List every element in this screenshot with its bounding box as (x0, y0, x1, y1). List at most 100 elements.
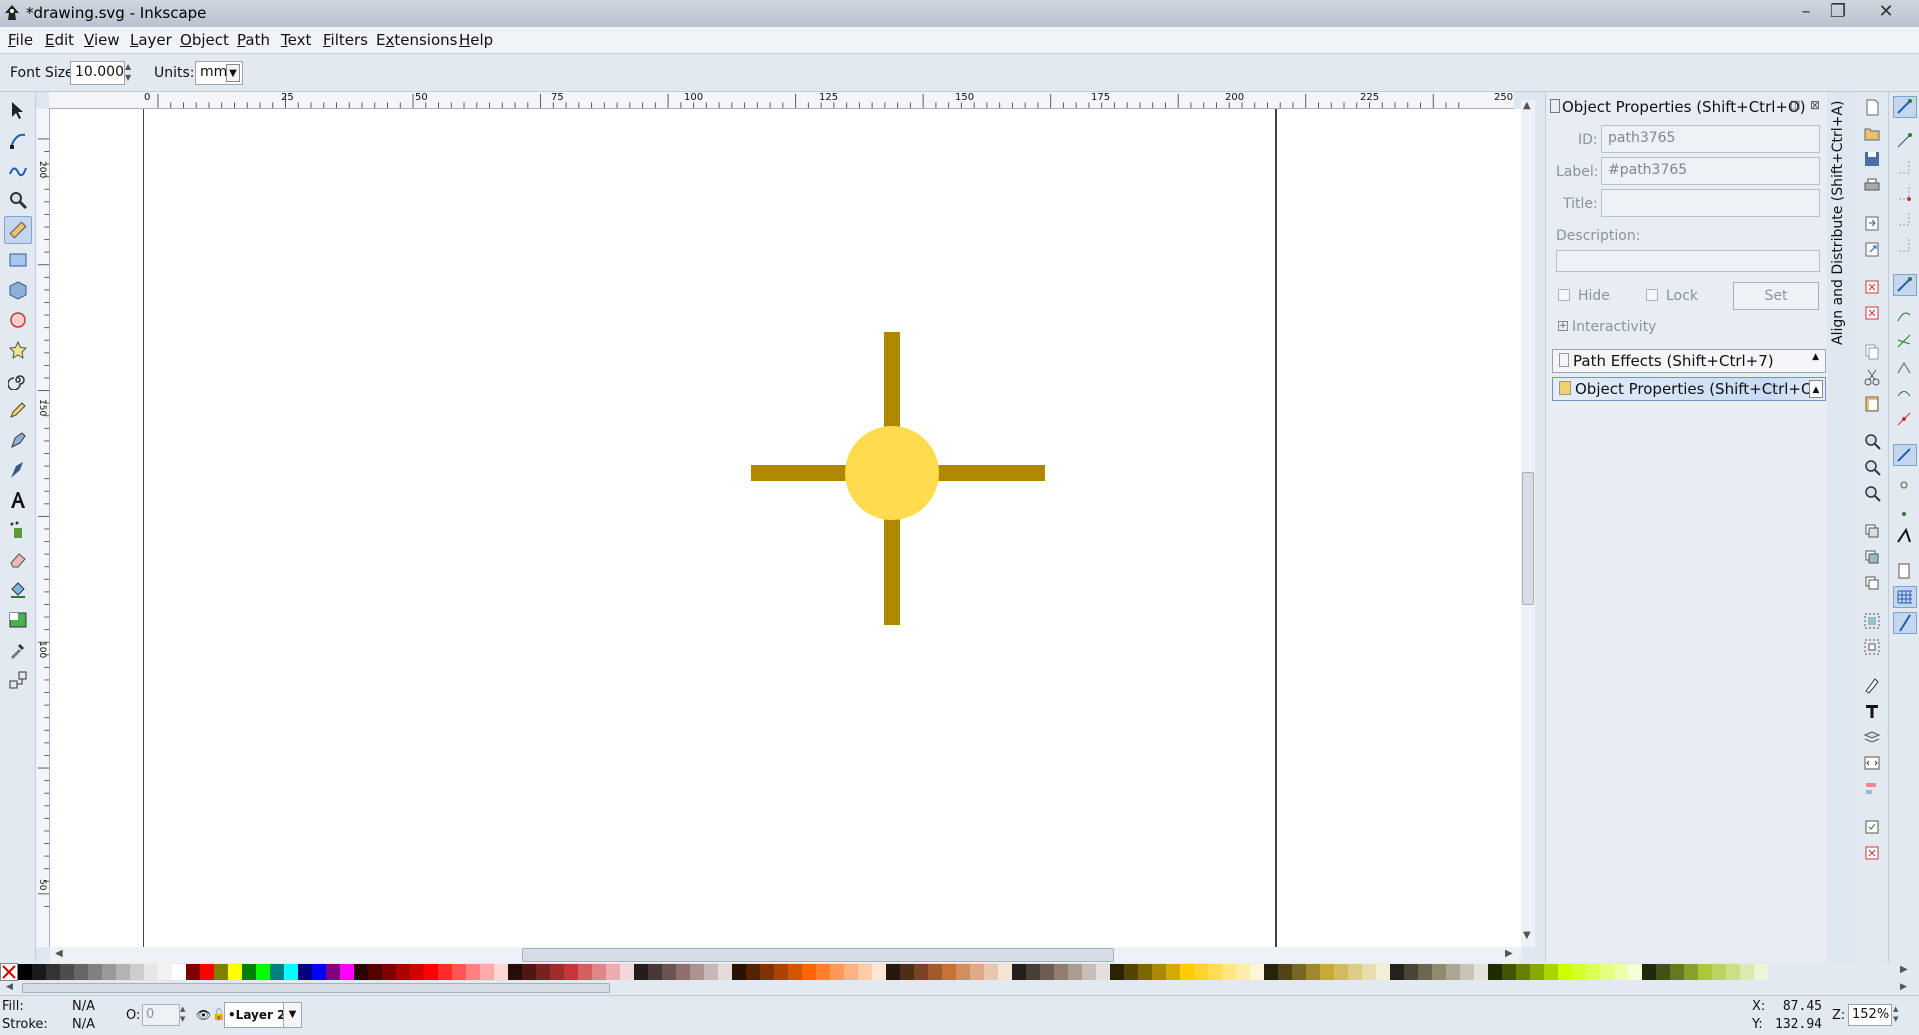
color-swatch[interactable] (1670, 964, 1684, 980)
group-icon[interactable] (1863, 612, 1883, 632)
color-swatch[interactable] (1334, 964, 1348, 980)
opacity-spinner[interactable]: ▲ ▼ (180, 1004, 185, 1024)
snap-centers-icon[interactable] (1895, 236, 1915, 256)
calligraphy-tool[interactable] (4, 456, 32, 484)
color-swatch[interactable] (676, 964, 690, 980)
new-document-icon[interactable] (1863, 98, 1883, 118)
color-swatch[interactable] (480, 964, 494, 980)
vertical-scrollbar[interactable]: ▲ ▼ (1521, 100, 1535, 947)
color-swatch[interactable] (494, 964, 508, 980)
snap-nodes-button[interactable] (1893, 274, 1917, 296)
units-select[interactable]: mm ▼ (195, 61, 243, 85)
palette-scrollbar[interactable]: ◀ ▶ (0, 981, 1919, 995)
eye-visibility-icon[interactable]: 👁 (196, 1008, 211, 1022)
snap-page-border-icon[interactable] (1895, 562, 1915, 582)
color-swatch[interactable] (424, 964, 438, 980)
color-swatch[interactable] (1012, 964, 1026, 980)
menu-layer[interactable]: Layer (130, 31, 172, 49)
color-swatch[interactable] (1516, 964, 1530, 980)
color-swatch[interactable] (1572, 964, 1586, 980)
save-icon[interactable] (1863, 150, 1883, 170)
color-swatch[interactable] (1712, 964, 1726, 980)
color-swatch[interactable] (340, 964, 354, 980)
color-swatch[interactable] (1124, 964, 1138, 980)
color-swatch[interactable] (1390, 964, 1404, 980)
color-swatch[interactable] (1194, 964, 1208, 980)
color-swatch[interactable] (284, 964, 298, 980)
color-swatch[interactable] (1698, 964, 1712, 980)
snap-bbox-edges-icon[interactable] (1895, 158, 1915, 178)
color-swatch[interactable] (46, 964, 60, 980)
open-folder-icon[interactable] (1863, 124, 1883, 144)
hide-checkbox[interactable] (1558, 289, 1570, 301)
color-swatch[interactable] (1292, 964, 1306, 980)
import-icon[interactable] (1863, 214, 1883, 234)
color-swatch[interactable] (116, 964, 130, 980)
scroll-right-arrow[interactable]: ▶ (1505, 948, 1513, 959)
menu-file[interactable]: File (8, 31, 33, 49)
color-swatch[interactable] (1544, 964, 1558, 980)
export-icon[interactable] (1863, 240, 1883, 260)
path-effects-dropdown[interactable]: Path Effects (Shift+Ctrl+7) ▲ (1552, 349, 1826, 373)
color-swatch[interactable] (1446, 964, 1460, 980)
ungroup-icon[interactable] (1863, 638, 1883, 658)
color-swatch[interactable] (438, 964, 452, 980)
opacity-input[interactable]: 0 (142, 1004, 180, 1026)
selector-tool[interactable] (4, 96, 32, 124)
color-swatch[interactable] (1082, 964, 1096, 980)
color-swatch[interactable] (1740, 964, 1754, 980)
color-swatch[interactable] (1530, 964, 1544, 980)
color-swatch[interactable] (802, 964, 816, 980)
set-button[interactable]: Set (1733, 282, 1819, 310)
zoom-input[interactable]: 152% (1848, 1004, 1892, 1026)
dock-iconify-button[interactable]: ◫ (1790, 98, 1800, 111)
color-swatch[interactable] (158, 964, 172, 980)
color-swatch[interactable] (1054, 964, 1068, 980)
color-swatch[interactable] (592, 964, 606, 980)
color-swatch[interactable] (1278, 964, 1292, 980)
sun-ray-bottom[interactable] (884, 519, 900, 625)
snap-text-baseline-icon[interactable] (1895, 527, 1915, 548)
font-size-spinner[interactable]: ▲ ▼ (125, 61, 135, 85)
snap-toggle-button[interactable] (1893, 96, 1917, 118)
menu-help[interactable]: Help (459, 31, 493, 49)
color-swatch[interactable] (312, 964, 326, 980)
color-swatch[interactable] (1320, 964, 1334, 980)
scroll-left-arrow[interactable]: ◀ (55, 948, 63, 959)
expand-plus-icon[interactable]: + (1558, 321, 1568, 331)
color-swatch[interactable] (410, 964, 424, 980)
color-swatch[interactable] (564, 964, 578, 980)
color-swatch[interactable] (928, 964, 942, 980)
measure-tool[interactable] (4, 216, 32, 244)
palette-scroll-right[interactable]: ▶ (1900, 982, 1907, 992)
node-tool[interactable] (4, 126, 32, 154)
color-swatch[interactable] (1502, 964, 1516, 980)
color-swatch[interactable] (1236, 964, 1250, 980)
palette-scroll-left[interactable]: ◀ (6, 982, 13, 992)
color-swatch[interactable] (844, 964, 858, 980)
clone-icon[interactable] (1863, 548, 1883, 568)
color-swatch[interactable] (900, 964, 914, 980)
color-swatch[interactable] (172, 964, 186, 980)
color-swatch[interactable] (1264, 964, 1278, 980)
color-swatch[interactable] (648, 964, 662, 980)
object-properties-dropdown[interactable]: Object Properties (Shift+Ctrl+O) ▲ (1552, 377, 1826, 401)
color-swatch[interactable] (536, 964, 550, 980)
color-swatch[interactable] (970, 964, 984, 980)
color-swatch[interactable] (396, 964, 410, 980)
color-swatch[interactable] (298, 964, 312, 980)
color-swatch[interactable] (1376, 964, 1390, 980)
interactivity-expander[interactable]: Interactivity (1572, 319, 1656, 335)
menu-path[interactable]: Path (237, 31, 270, 49)
no-paint-swatch[interactable] (0, 963, 18, 981)
xml-editor-icon[interactable] (1863, 754, 1883, 774)
color-swatch[interactable] (186, 964, 200, 980)
maximize-button[interactable]: ❐ (1822, 1, 1854, 23)
color-swatch[interactable] (1558, 964, 1572, 980)
color-swatch[interactable] (60, 964, 74, 980)
color-swatch[interactable] (1040, 964, 1054, 980)
color-swatch[interactable] (718, 964, 732, 980)
color-swatch[interactable] (508, 964, 522, 980)
close-button[interactable]: ✕ (1870, 1, 1902, 23)
dropper-tool[interactable] (4, 636, 32, 664)
